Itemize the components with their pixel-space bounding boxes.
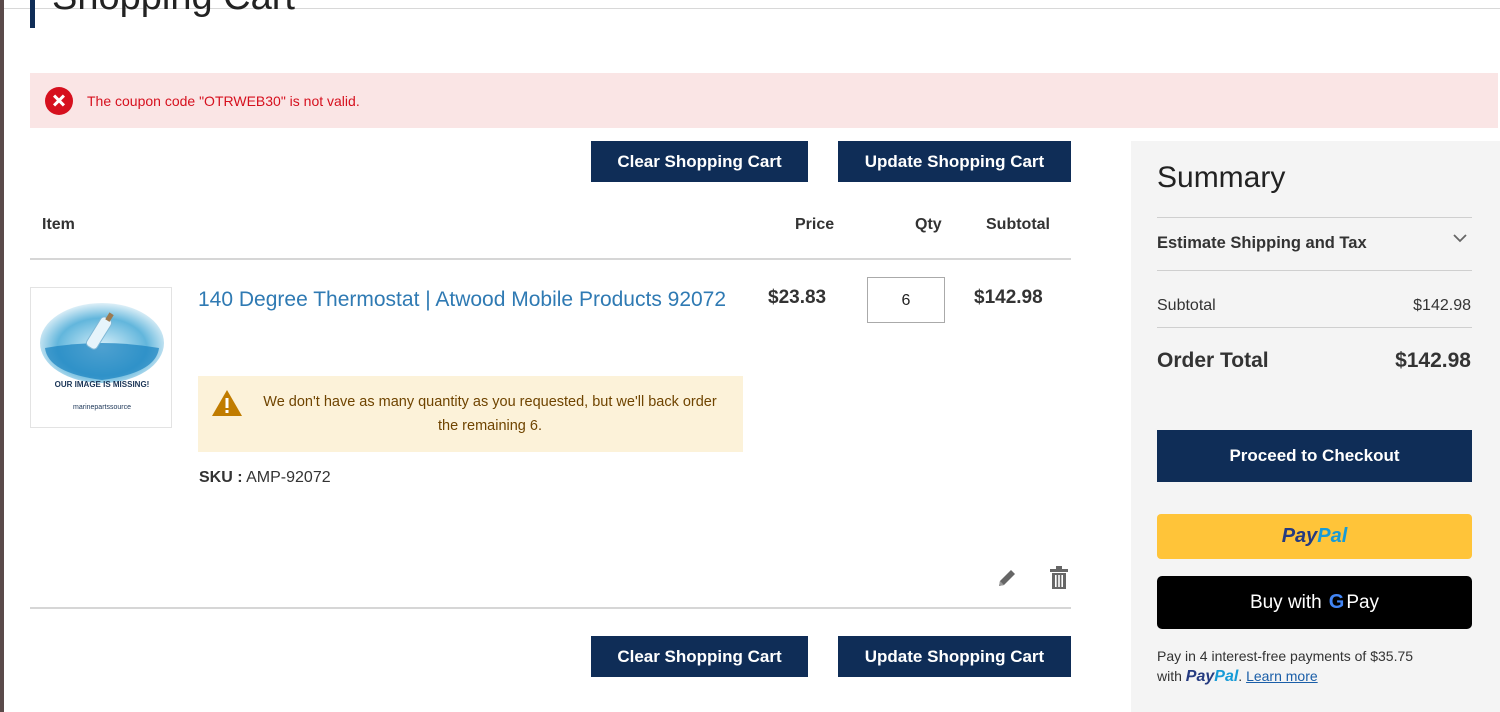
delete-trash-icon[interactable] — [1049, 566, 1069, 590]
summary-divider — [1157, 270, 1472, 271]
summary-divider — [1157, 327, 1472, 328]
sku-value: AMP-92072 — [246, 469, 331, 486]
table-footer-divider — [30, 607, 1071, 609]
paypal-logo: PayPal — [1185, 668, 1239, 685]
update-cart-button-bottom[interactable]: Update Shopping Cart — [838, 636, 1071, 677]
paylater-with: with — [1157, 668, 1182, 684]
item-price: $23.83 — [768, 287, 827, 308]
product-image[interactable]: OUR IMAGE IS MISSING! marinepartssource — [30, 287, 172, 428]
page-title: Shopping Cart — [52, 0, 295, 19]
column-header-item: Item — [42, 216, 75, 233]
quantity-input[interactable]: 6 — [867, 277, 945, 323]
column-header-price: Price — [795, 216, 835, 233]
gpay-prefix: Buy with — [1249, 591, 1322, 613]
gpay-suffix: Pay — [1346, 591, 1380, 613]
image-missing-caption: OUR IMAGE IS MISSING! — [54, 380, 150, 389]
warning-text: We don't have as many quantity as you re… — [263, 394, 717, 434]
sku-label: SKU : — [199, 469, 243, 486]
update-cart-button-top[interactable]: Update Shopping Cart — [838, 141, 1071, 182]
summary-subtotal-value: $142.98 — [1413, 297, 1471, 314]
clear-cart-button-top[interactable]: Clear Shopping Cart — [591, 141, 808, 182]
paypal-paylater-message: Pay in 4 interest-free payments of $35.7… — [1157, 648, 1414, 685]
summary-divider — [1157, 217, 1472, 218]
backorder-warning: We don't have as many quantity as you re… — [198, 376, 743, 452]
error-text: The coupon code "OTRWEB30" is not valid. — [87, 92, 360, 109]
paypal-button[interactable]: Pay Pal — [1157, 514, 1472, 559]
edit-pencil-icon[interactable] — [996, 567, 1018, 589]
brand-logo: marinepartssource — [73, 404, 131, 411]
paypal-logo-pal: Pal — [1317, 525, 1348, 547]
sku-line: SKU : AMP-92072 — [199, 469, 331, 487]
order-total-value: $142.98 — [1395, 349, 1471, 372]
summary-subtotal-label: Subtotal — [1157, 297, 1216, 314]
page-title-accent — [30, 0, 35, 28]
table-header-divider — [30, 258, 1071, 260]
estimate-shipping-toggle[interactable]: Estimate Shipping and Tax — [1157, 234, 1367, 253]
summary-title: Summary — [1157, 161, 1286, 194]
column-header-qty: Qty — [915, 216, 942, 233]
learn-more-link[interactable]: Learn more — [1246, 668, 1318, 684]
google-g-icon: G — [1328, 591, 1345, 613]
proceed-to-checkout-button[interactable]: Proceed to Checkout — [1157, 430, 1472, 482]
warning-triangle-icon — [212, 390, 242, 416]
product-name-link[interactable]: 140 Degree Thermostat | Atwood Mobile Pr… — [198, 283, 758, 317]
google-pay-button[interactable]: Buy with G Pay — [1157, 576, 1472, 629]
clear-cart-button-bottom[interactable]: Clear Shopping Cart — [591, 636, 808, 677]
order-summary-panel: Summary Estimate Shipping and Tax Subtot… — [1131, 141, 1500, 712]
window-edge — [0, 0, 4, 712]
item-subtotal: $142.98 — [974, 287, 1043, 308]
coupon-error-message: The coupon code "OTRWEB30" is not valid. — [30, 73, 1498, 128]
paylater-text: Pay in 4 interest-free payments of $35.7… — [1157, 648, 1414, 664]
order-total-label: Order Total — [1157, 349, 1269, 372]
paypal-logo-pay: Pay — [1281, 525, 1318, 547]
column-header-subtotal: Subtotal — [986, 216, 1050, 233]
error-circle-icon — [45, 86, 73, 115]
chevron-down-icon[interactable] — [1453, 231, 1467, 245]
